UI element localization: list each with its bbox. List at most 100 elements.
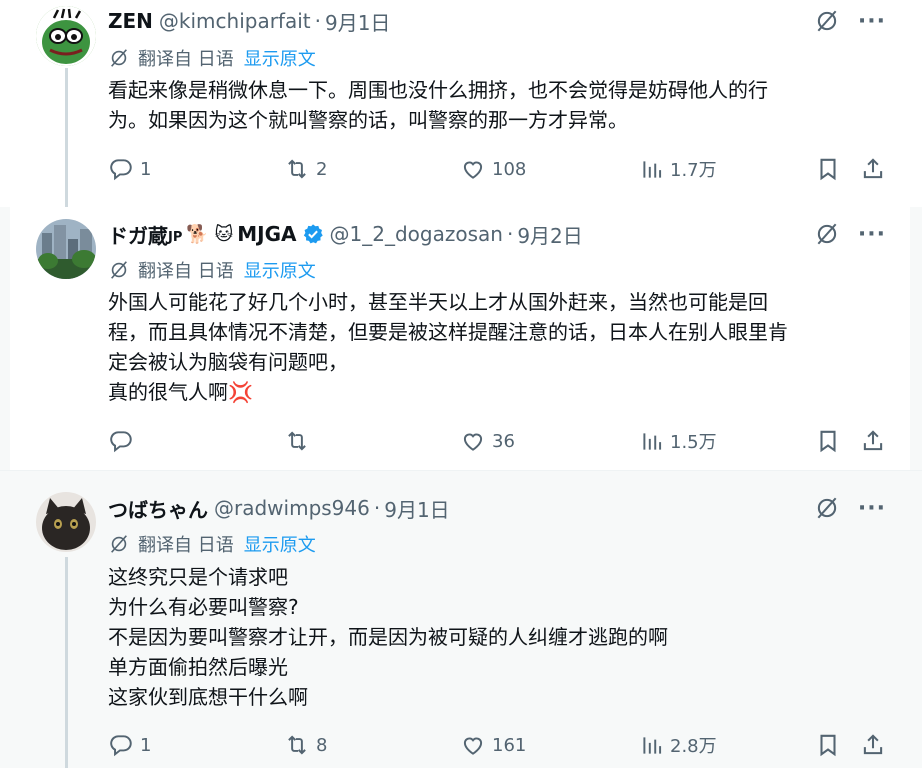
views-icon (638, 428, 664, 454)
bookmark-button[interactable] (815, 732, 841, 758)
bookmark-button[interactable] (815, 428, 841, 454)
frog-avatar-icon (36, 6, 96, 66)
share-icon (860, 156, 886, 182)
grok-icon[interactable] (814, 221, 840, 247)
bookmark-button[interactable] (815, 156, 841, 182)
display-name-tail: MJGA (237, 222, 297, 246)
reply-count: 1 (140, 734, 152, 756)
view-count: 2.8万 (670, 736, 717, 757)
like-button[interactable]: 36 (460, 428, 515, 454)
tweet-text-line: 单方面偷拍然后曝光 (108, 655, 288, 679)
reply-icon (108, 732, 134, 758)
grok-icon[interactable] (814, 495, 840, 521)
avatar[interactable] (36, 219, 96, 279)
thread-line (65, 557, 68, 768)
separator-dot: · (314, 9, 321, 33)
translate-label: 翻译自 日语 (138, 535, 234, 556)
views-button[interactable]: 2.8万 (638, 732, 717, 758)
like-button[interactable]: 108 (460, 156, 526, 182)
reply-icon (108, 156, 134, 182)
grok-icon[interactable] (814, 8, 840, 34)
view-count: 1.7万 (670, 160, 717, 181)
views-icon (638, 156, 664, 182)
bookmark-icon (815, 156, 841, 182)
like-icon (460, 428, 486, 454)
user-handle[interactable]: @1_2_dogazosan (330, 222, 503, 246)
post-date[interactable]: 9月1日 (325, 7, 390, 36)
bookmark-icon (815, 428, 841, 454)
tweet-text-line: 这家伙到底想干什么啊 (108, 685, 308, 709)
translate-label: 翻译自 日语 (138, 49, 234, 70)
reply-button[interactable]: 1 (108, 732, 151, 758)
reply-button[interactable]: 1 (108, 156, 151, 182)
tweet-top-actions: ··· (814, 221, 886, 247)
repost-button[interactable]: 2 (284, 156, 327, 182)
tweet-top-actions: ··· (814, 495, 886, 521)
like-count: 161 (492, 734, 527, 756)
share-button[interactable] (860, 732, 886, 758)
repost-count: 8 (316, 734, 328, 756)
translation-bar: 翻译自 日语 显示原文 (108, 258, 316, 282)
avatar[interactable] (36, 6, 96, 66)
post-date[interactable]: 9月1日 (384, 494, 449, 523)
like-button[interactable]: 161 (460, 732, 526, 758)
action-bar: 1 2 108 1.7万 (108, 154, 886, 184)
view-count: 1.5万 (670, 432, 717, 453)
display-name[interactable]: つばちゃん (108, 494, 208, 523)
share-button[interactable] (860, 428, 886, 454)
tweet-text-line: 这终究只是个请求吧 (108, 565, 288, 589)
tweet-text-line: 看起来像是稍微休息一下。周围也没什么拥挤，也不会觉得是妨碍他人的行 (108, 78, 768, 102)
separator-dot: · (506, 222, 514, 246)
display-name-suffix: JP (168, 229, 183, 245)
user-handle[interactable]: @kimchiparfait (159, 9, 311, 33)
action-bar: 36 1.5万 (108, 426, 886, 456)
tweet-text: 外国人可能花了好几个小时，甚至半天以上才从国外赶来，当然也可能是回 程，而且具体… (108, 287, 878, 407)
tweet-text: 这终究只是个请求吧 为什么有必要叫警察? 不是因为要叫警察才让开，而是因为被可疑… (108, 562, 878, 712)
separator-dot: · (373, 496, 381, 520)
avatar[interactable] (36, 492, 96, 552)
repost-count: 2 (316, 158, 328, 180)
views-button[interactable]: 1.5万 (638, 428, 717, 454)
repost-icon (284, 428, 310, 454)
like-icon (460, 156, 486, 182)
views-icon (638, 732, 664, 758)
post-date[interactable]: 9月2日 (517, 220, 582, 249)
tweet-header: ZEN @kimchiparfait · 9月1日 (108, 7, 390, 36)
user-handle[interactable]: @radwimps946 (214, 496, 370, 520)
show-original-link[interactable]: 显示原文 (244, 45, 316, 71)
share-button[interactable] (860, 156, 886, 182)
more-icon[interactable]: ··· (858, 9, 886, 34)
tweet-dogazo[interactable]: ドガ蔵 JP 🐕 🐱 MJGA @1_2_dogazosan · 9月2日 ··… (0, 207, 922, 471)
tweet-text-line: 外国人可能花了好几个小时，甚至半天以上才从国外赶来，当然也可能是回 (108, 290, 768, 314)
repost-icon (284, 732, 310, 758)
translate-icon (108, 47, 130, 69)
tweet-text: 看起来像是稍微休息一下。周围也没什么拥挤，也不会觉得是妨碍他人的行 为。如果因为… (108, 75, 878, 135)
bookmark-icon (815, 732, 841, 758)
more-icon[interactable]: ··· (858, 496, 886, 521)
like-count: 108 (492, 158, 527, 180)
tweet-text-line: 真的很气人啊💢 (108, 380, 253, 404)
translation-bar: 翻译自 日语 显示原文 (108, 532, 316, 556)
repost-button[interactable]: 8 (284, 732, 327, 758)
tweet-zen[interactable]: ZEN @kimchiparfait · 9月1日 ··· 翻译自 日语 显示原… (0, 0, 922, 207)
name-emoji: 🐕 🐱 (186, 223, 234, 245)
more-icon[interactable]: ··· (858, 222, 886, 247)
tweet-text-line: 为。如果因为这个就叫警察的话，叫警察的那一方才异常。 (108, 108, 628, 132)
tweet-text-line: 程，而且具体情况不清楚，但要是被这样提醒注意的话，日本人在别人眼里肯 (108, 320, 788, 344)
tweet-tsuba[interactable]: つばちゃん @radwimps946 · 9月1日 ··· 翻译自 日语 显示原… (0, 471, 922, 768)
display-name[interactable]: ZEN (108, 9, 153, 33)
verified-badge-icon[interactable] (302, 223, 324, 245)
action-bar: 1 8 161 2.8万 (108, 730, 886, 760)
show-original-link[interactable]: 显示原文 (244, 257, 316, 283)
tweet-top-actions: ··· (814, 8, 886, 34)
translate-icon (108, 533, 130, 555)
show-original-link[interactable]: 显示原文 (244, 531, 316, 557)
like-count: 36 (492, 430, 515, 452)
share-icon (860, 732, 886, 758)
reply-button[interactable] (108, 428, 140, 454)
display-name[interactable]: ドガ蔵 (108, 220, 168, 249)
translate-icon (108, 259, 130, 281)
repost-button[interactable] (284, 428, 316, 454)
views-button[interactable]: 1.7万 (638, 156, 717, 182)
tweet-text-line: 不是因为要叫警察才让开，而是因为被可疑的人纠缠才逃跑的啊 (108, 625, 668, 649)
